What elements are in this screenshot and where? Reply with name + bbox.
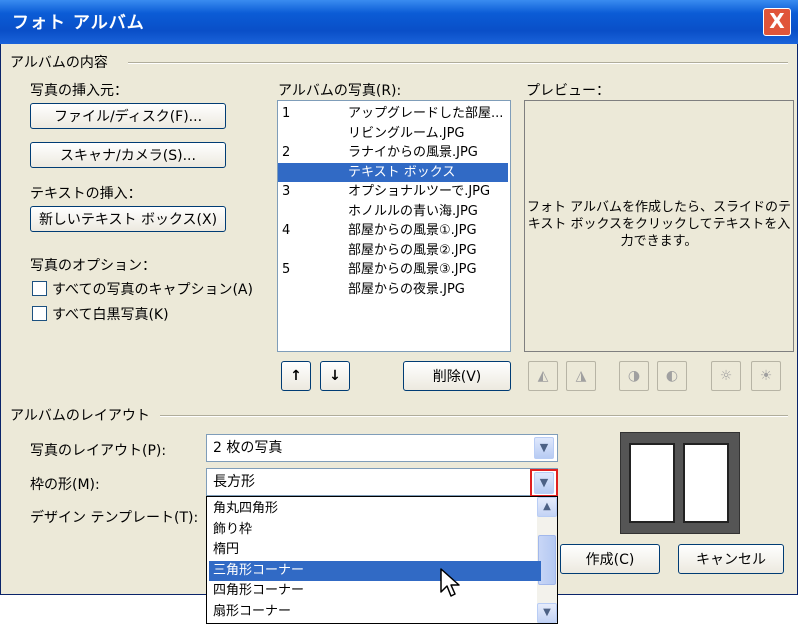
caption-all-label[interactable]: すべての写真のキャプション(A) [52, 279, 253, 299]
mouse-cursor-icon [440, 568, 460, 597]
layout-preview-frame-left [629, 443, 675, 523]
caption-all-checkbox[interactable] [32, 281, 47, 296]
picture-layout-value: 2 枚の写真 [213, 440, 283, 456]
cancel-button[interactable]: キャンセル [678, 544, 784, 574]
file-disk-button[interactable]: ファイル/ディスク(F)... [30, 103, 226, 129]
frame-shape-option[interactable]: 三角形コーナー [209, 560, 541, 581]
insert-from-label: 写真の挿入元： [30, 83, 128, 99]
insert-text-label: テキストの挿入： [30, 186, 142, 202]
album-photos-listbox[interactable]: 1 アップグレードした部屋... リビングルーム.JPG 2 ラナイからの風景.JPG テ… [277, 100, 511, 352]
album-photo-number: 4 [282, 223, 291, 238]
frame-shape-option[interactable]: 扇形コーナー [209, 602, 541, 622]
brightness-down-icon: ☀ [751, 361, 781, 391]
album-photo-item[interactable]: 5 部屋からの風景③.JPG [278, 260, 508, 279]
frame-shape-label: 枠の形(M): [30, 477, 100, 493]
album-photo-name: リビングルーム.JPG [348, 125, 465, 141]
album-photo-item[interactable]: 1 アップグレードした部屋... [278, 104, 508, 123]
create-button[interactable]: 作成(C) [560, 544, 660, 574]
album-photos-label: アルバムの写真(R): [278, 83, 402, 99]
all-black-white-label[interactable]: すべて白黒写真(K) [52, 304, 169, 324]
layout-preview [620, 432, 740, 534]
dialog-title: フォト アルバム [12, 13, 145, 33]
album-photo-number: 3 [282, 184, 291, 199]
frame-shape-dropdown-list[interactable]: ▲ ▼ 角丸四角形 飾り枠 楕円 三角形コーナー 四角形コーナー 扇形コーナー [206, 496, 558, 624]
frame-shape-option[interactable]: 四角形コーナー [209, 581, 541, 601]
all-black-white-checkbox[interactable] [32, 306, 47, 321]
layout-preview-frame-right [683, 443, 729, 523]
album-photo-item[interactable]: 部屋からの夜景.JPG [278, 280, 508, 299]
frame-shape-value: 長方形 [213, 474, 255, 490]
brightness-up-icon: ☼ [711, 361, 741, 391]
design-template-label: デザイン テンプレート(T): [30, 510, 199, 526]
album-photo-name: アップグレードした部屋... [348, 106, 504, 121]
album-photo-item[interactable]: 部屋からの風景②.JPG [278, 241, 508, 260]
frame-shape-option[interactable]: 飾り枠 [209, 520, 541, 540]
album-photo-name: 部屋からの夜景.JPG [348, 281, 465, 297]
album-photo-name: テキスト ボックス [348, 164, 456, 180]
new-textbox-button[interactable]: 新しいテキスト ボックス(X) [30, 206, 226, 232]
preview-label: プレビュー： [526, 83, 610, 99]
album-photo-item[interactable]: 4 部屋からの風景①.JPG [278, 221, 508, 240]
album-contents-separator [128, 62, 788, 64]
contrast-down-icon: ◐ [657, 361, 687, 391]
rotate-right-icon: ◮ [566, 361, 596, 391]
scanner-camera-button[interactable]: スキャナ/カメラ(S)... [30, 142, 226, 168]
close-button[interactable]: X [763, 8, 791, 36]
picture-options-label: 写真のオプション： [30, 258, 156, 274]
album-photo-name: ラナイからの風景.JPG [348, 145, 478, 160]
album-photo-item[interactable]: 3 オプショナルツーで.JPG [278, 182, 508, 201]
remove-button[interactable]: 削除(V) [403, 361, 511, 391]
preview-pane: フォト アルバムを作成したら、スライドのテキスト ボックスをクリックしてテキスト… [524, 100, 794, 352]
album-layout-group-label: アルバムのレイアウト [10, 408, 150, 424]
album-photo-name: 部屋からの風景①.JPG [348, 223, 477, 238]
album-layout-separator [160, 415, 788, 417]
album-photo-item[interactable]: テキスト ボックス [278, 162, 508, 182]
contrast-up-icon: ◑ [619, 361, 649, 391]
preview-message: フォト アルバムを作成したら、スライドのテキスト ボックスをクリックしてテキスト… [527, 200, 792, 249]
frame-shape-option[interactable]: 楕円 [209, 540, 541, 560]
album-photo-number: 2 [282, 145, 291, 160]
picture-layout-combobox[interactable]: 2 枚の写真 [206, 434, 558, 462]
frame-shape-option[interactable]: 角丸四角形 [209, 499, 541, 519]
album-photo-item[interactable]: 2 ラナイからの風景.JPG [278, 143, 508, 162]
album-photo-number: 5 [282, 262, 291, 277]
album-photo-number: 1 [282, 106, 291, 121]
arrow-up-icon: ↑ [290, 368, 302, 384]
frame-shape-combobox[interactable]: 長方形 [206, 468, 558, 496]
frame-shape-chevron-down-icon[interactable]: ▼ [534, 472, 554, 494]
album-photo-name: 部屋からの風景③.JPG [348, 262, 477, 277]
rotate-left-icon: ◭ [528, 361, 558, 391]
album-photo-item[interactable]: リビングルーム.JPG [278, 124, 508, 143]
move-up-button[interactable]: ↑ [281, 361, 311, 391]
picture-layout-label: 写真のレイアウト(P): [30, 443, 167, 459]
album-photo-item[interactable]: ホノルルの青い海.JPG [278, 202, 508, 221]
picture-layout-chevron-down-icon[interactable]: ▼ [534, 437, 554, 459]
album-contents-group-label: アルバムの内容 [10, 55, 108, 71]
album-photo-name: オプショナルツーで.JPG [348, 184, 491, 199]
album-photo-name: ホノルルの青い海.JPG [348, 203, 478, 219]
arrow-down-icon: ↓ [329, 368, 341, 384]
album-photo-name: 部屋からの風景②.JPG [348, 242, 477, 258]
move-down-button[interactable]: ↓ [320, 361, 350, 391]
